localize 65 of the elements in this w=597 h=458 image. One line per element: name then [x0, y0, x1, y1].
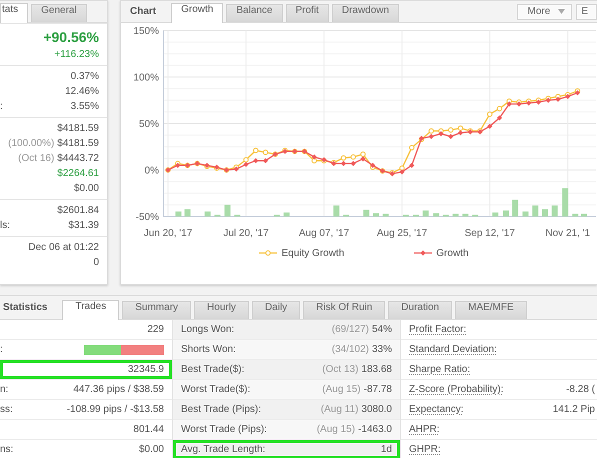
stat-value: -87.78	[364, 384, 392, 395]
stat-value: 3080.0	[361, 404, 392, 415]
stat-value: 0.37%	[70, 71, 99, 82]
panel-title: Statistics	[2, 302, 48, 313]
stat-value: $0.00	[74, 183, 99, 194]
stat-value: -108.99 pips / -$13.58	[66, 404, 164, 415]
stat-value: 801.44	[133, 424, 164, 435]
legend-label: Equity Growth	[281, 248, 344, 258]
chart-title: Chart	[129, 6, 158, 17]
y-axis-label: 0%	[144, 166, 159, 176]
stat-value: 1d	[380, 444, 392, 455]
stat-label: Avg. Trade Length:	[181, 444, 266, 455]
stat-value: 183.68	[361, 364, 392, 375]
stat-value: Dec 06 at 01:22	[28, 242, 99, 253]
y-axis-label: 100%	[133, 72, 159, 84]
stat-label: ls:	[0, 220, 10, 231]
y-axis-label: 150%	[133, 26, 159, 37]
stat-value: 229	[147, 324, 164, 335]
stat-value: +116.23%	[54, 49, 99, 60]
date-note: (Aug 15)	[322, 384, 361, 395]
x-axis-label: Aug 07, '17	[298, 228, 350, 239]
stat-value: 12.46%	[65, 86, 99, 97]
stat-value: $2264.61	[57, 168, 99, 179]
stat-label: ns:	[0, 444, 14, 455]
date-note: (Aug 15)	[316, 424, 356, 435]
stat-value: $2601.84	[57, 205, 99, 216]
date-note: (Oct 16)	[18, 153, 54, 164]
date-note: (Aug 11)	[320, 404, 358, 415]
stat-value: 0	[93, 257, 99, 268]
stat-value: $4181.59	[57, 138, 99, 149]
stat-value: +90.56%	[43, 29, 99, 45]
date-note: (69/127)	[332, 324, 369, 335]
date-note: (100.00%)	[8, 138, 54, 149]
stat-label: :	[0, 101, 3, 112]
x-axis-label: Jun 20, '17	[144, 228, 192, 239]
stat-value: 447.36 pips / $38.59	[73, 384, 164, 395]
stat-label: Longs Won:	[181, 324, 234, 335]
stat-label: n:	[0, 384, 8, 395]
stat-value: $31.39	[68, 220, 99, 231]
date-note: (Oct 13)	[322, 364, 358, 375]
stat-label: ss:	[0, 404, 13, 415]
stat-label: Worst Trade (Pips):	[181, 424, 267, 435]
x-axis-label: Aug 25, '17	[376, 228, 428, 239]
stat-value: $4181.59	[57, 123, 99, 134]
stat-label: :	[0, 344, 3, 355]
stat-value: 32345.9	[128, 364, 164, 375]
stat-label: Worst Trade($):	[181, 384, 250, 395]
stat-value: -8.28 (	[566, 384, 595, 395]
stat-value: 54%	[372, 324, 392, 335]
x-axis-label: Nov 21, '1	[545, 228, 590, 239]
stat-value: $0.00	[138, 444, 164, 455]
stat-value: 3.55%	[70, 101, 99, 112]
stat-value: -1463.0	[358, 424, 392, 435]
y-axis-label: -50%	[136, 212, 159, 223]
stat-value: 141.2 Pip	[552, 404, 595, 415]
stat-value: 33%	[372, 344, 392, 355]
stat-label: Best Trade($):	[181, 364, 244, 375]
y-axis-label: 50%	[138, 119, 159, 130]
x-axis-label: Sep 12, '17	[464, 228, 515, 239]
x-axis-label: Jul 20, '17	[223, 228, 269, 239]
stat-label: Shorts Won:	[181, 344, 236, 355]
stat-label: Best Trade (Pips):	[181, 404, 262, 415]
stat-value: $4443.72	[57, 153, 99, 164]
legend-label: Growth	[436, 248, 469, 258]
date-note: (34/102)	[332, 344, 369, 355]
